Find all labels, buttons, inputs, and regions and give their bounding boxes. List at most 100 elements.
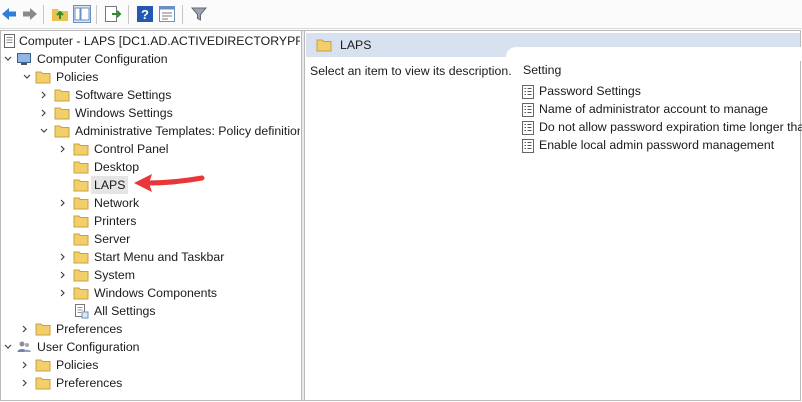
setting-row[interactable]: Password Settings — [522, 83, 802, 101]
chevron-down-icon[interactable] — [3, 338, 13, 356]
setting-label: Do not allow password expiration time lo… — [539, 120, 802, 134]
annotation-arrow-icon — [134, 174, 205, 192]
forward-icon[interactable] — [21, 5, 39, 23]
tree-label: System — [94, 268, 135, 282]
back-icon[interactable] — [0, 5, 18, 23]
console-tree[interactable]: Computer - LAPS [DC1.AD.ACTIVEDIRECTORYP… — [1, 31, 300, 400]
pane-splitter[interactable] — [301, 31, 305, 400]
tree-label: Computer Configuration — [37, 52, 168, 66]
folder-icon — [54, 89, 70, 102]
tree-item-control-panel[interactable]: Control Panel — [1, 140, 300, 158]
tree-item-windows-components[interactable]: Windows Components — [1, 284, 300, 302]
all-settings-icon — [75, 304, 89, 319]
tree-label: Policies — [56, 358, 99, 372]
setting-row[interactable]: Name of administrator account to manage — [522, 101, 802, 119]
help-icon[interactable]: ? — [136, 5, 154, 23]
filter-icon[interactable] — [190, 5, 208, 23]
tree-label: Policies — [56, 70, 99, 84]
setting-label: Name of administrator account to manage — [539, 102, 768, 116]
toolbar: ? — [0, 0, 802, 29]
tree-item-printers[interactable]: Printers — [1, 212, 300, 230]
tree-label: Windows Components — [94, 286, 218, 300]
setting-column-header[interactable]: Setting — [523, 63, 561, 77]
chevron-right-icon[interactable] — [58, 194, 68, 212]
tree-item-server[interactable]: Server — [1, 230, 300, 248]
tree-label: Administrative Templates: Policy definit… — [75, 124, 300, 138]
folder-icon — [73, 251, 89, 264]
show-hide-console-tree-icon[interactable] — [73, 5, 91, 23]
tree-item-administrative-templates[interactable]: Administrative Templates: Policy definit… — [1, 122, 300, 140]
toolbar-separator — [128, 5, 129, 24]
setting-label: Password Settings — [539, 84, 641, 98]
toolbar-separator — [96, 5, 97, 24]
chevron-right-icon[interactable] — [39, 104, 49, 122]
tree-item-user-preferences[interactable]: Preferences — [1, 374, 300, 392]
chevron-down-icon[interactable] — [3, 50, 13, 68]
chevron-right-icon[interactable] — [58, 284, 68, 302]
chevron-down-icon[interactable] — [39, 122, 49, 140]
policy-setting-icon — [522, 121, 534, 135]
folder-icon — [54, 107, 70, 120]
users-icon — [17, 341, 31, 352]
tree-label: Windows Settings — [75, 106, 173, 120]
chevron-down-icon[interactable] — [22, 68, 32, 86]
folder-icon — [73, 179, 89, 192]
folder-icon — [35, 377, 51, 390]
tree-item-computer-configuration[interactable]: Computer Configuration — [1, 50, 300, 68]
setting-row[interactable]: Do not allow password expiration time lo… — [522, 119, 802, 137]
chevron-right-icon[interactable] — [20, 320, 30, 338]
setting-label: Enable local admin password management — [539, 138, 775, 152]
setting-row[interactable]: Enable local admin password management — [522, 137, 802, 155]
folder-icon — [73, 287, 89, 300]
svg-text:?: ? — [141, 7, 149, 22]
folder-icon — [316, 39, 332, 52]
folder-icon — [73, 269, 89, 282]
chevron-right-icon[interactable] — [58, 140, 68, 158]
export-list-icon[interactable] — [104, 5, 122, 23]
tree-label: Start Menu and Taskbar — [94, 250, 225, 264]
folder-icon — [73, 215, 89, 228]
gpo-document-icon — [4, 34, 15, 48]
tree-item-user-policies[interactable]: Policies — [1, 356, 300, 374]
folder-icon — [35, 323, 51, 336]
tree-label: Computer - LAPS [DC1.AD.ACTIVEDIRECTORYP… — [19, 34, 300, 48]
tree-label: Control Panel — [94, 142, 169, 156]
computer-icon — [17, 53, 31, 65]
tree-label: Preferences — [56, 376, 123, 390]
chevron-right-icon[interactable] — [20, 356, 30, 374]
tree-label: Software Settings — [75, 88, 172, 102]
tree-item-windows-settings[interactable]: Windows Settings — [1, 104, 300, 122]
tree-item-system[interactable]: System — [1, 266, 300, 284]
folder-icon — [73, 197, 89, 210]
folder-icon — [54, 125, 70, 138]
policy-setting-icon — [522, 103, 534, 117]
tree-item-network[interactable]: Network — [1, 194, 300, 212]
tree-label: User Configuration — [37, 340, 140, 354]
chevron-right-icon[interactable] — [58, 248, 68, 266]
folder-icon — [35, 71, 51, 84]
tree-label: LAPS — [91, 176, 129, 194]
tree-item-root[interactable]: Computer - LAPS [DC1.AD.ACTIVEDIRECTORYP… — [1, 32, 300, 50]
policy-setting-icon — [522, 85, 534, 99]
tree-label: Preferences — [56, 322, 123, 336]
tree-label: Server — [94, 232, 131, 246]
details-header-title: LAPS — [340, 38, 372, 52]
tree-item-preferences[interactable]: Preferences — [1, 320, 300, 338]
tree-item-user-configuration[interactable]: User Configuration — [1, 338, 300, 356]
extended-view-panel — [506, 47, 802, 61]
tree-label: Network — [94, 196, 140, 210]
tree-item-all-settings[interactable]: All Settings — [1, 302, 300, 320]
up-folder-icon[interactable] — [51, 5, 69, 23]
tree-item-software-settings[interactable]: Software Settings — [1, 86, 300, 104]
toolbar-separator — [43, 5, 44, 24]
folder-icon — [73, 143, 89, 156]
tree-item-policies[interactable]: Policies — [1, 68, 300, 86]
chevron-right-icon[interactable] — [58, 266, 68, 284]
chevron-right-icon[interactable] — [20, 374, 30, 392]
chevron-right-icon[interactable] — [39, 86, 49, 104]
properties-icon[interactable] — [158, 5, 176, 23]
item-description: Select an item to view its description. — [310, 64, 512, 78]
folder-icon — [73, 233, 89, 246]
policy-setting-icon — [522, 139, 534, 153]
tree-item-start-menu-and-taskbar[interactable]: Start Menu and Taskbar — [1, 248, 300, 266]
